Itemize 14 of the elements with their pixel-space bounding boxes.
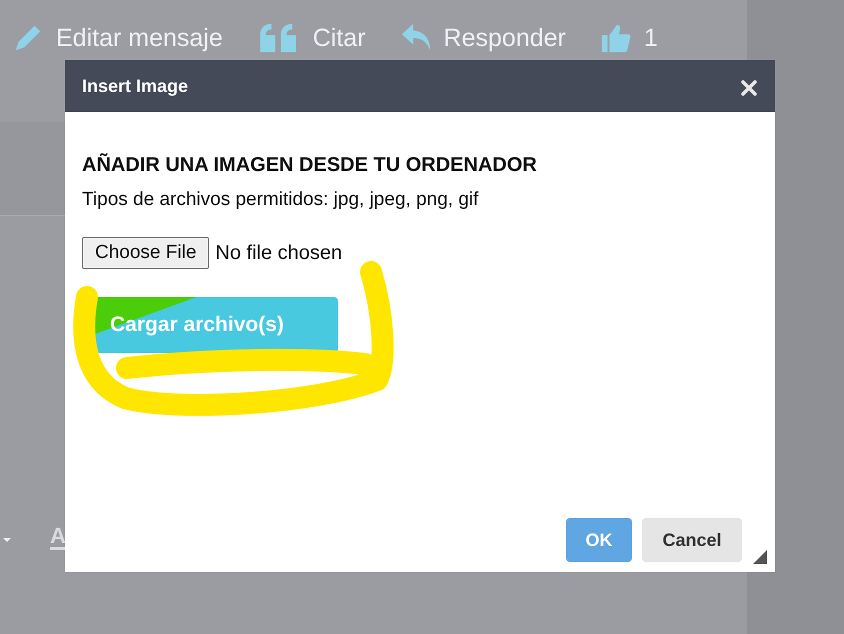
ok-button[interactable]: OK (566, 518, 632, 562)
resize-grip-icon[interactable] (753, 550, 767, 564)
section-heading: AÑADIR UNA IMAGEN DESDE TU ORDENADOR (82, 152, 538, 178)
allowed-types-text: Tipos de archivos permitidos: jpg, jpeg, png, gif (82, 188, 480, 212)
close-icon (741, 80, 757, 96)
cancel-button[interactable]: Cancel (642, 518, 742, 562)
choose-file-button[interactable]: Choose File (82, 236, 210, 269)
toolbar-label[interactable]: Editar mensaje (56, 23, 223, 53)
file-status-text: No file chosen (215, 240, 342, 266)
toolbar-label[interactable]: Citar (312, 23, 366, 53)
toolbar-label[interactable]: Responder (444, 23, 566, 53)
toolbar-label[interactable]: 1 (644, 23, 658, 53)
dialog-title: Insert Image (82, 74, 188, 98)
thumbs-up-icon (600, 22, 632, 54)
